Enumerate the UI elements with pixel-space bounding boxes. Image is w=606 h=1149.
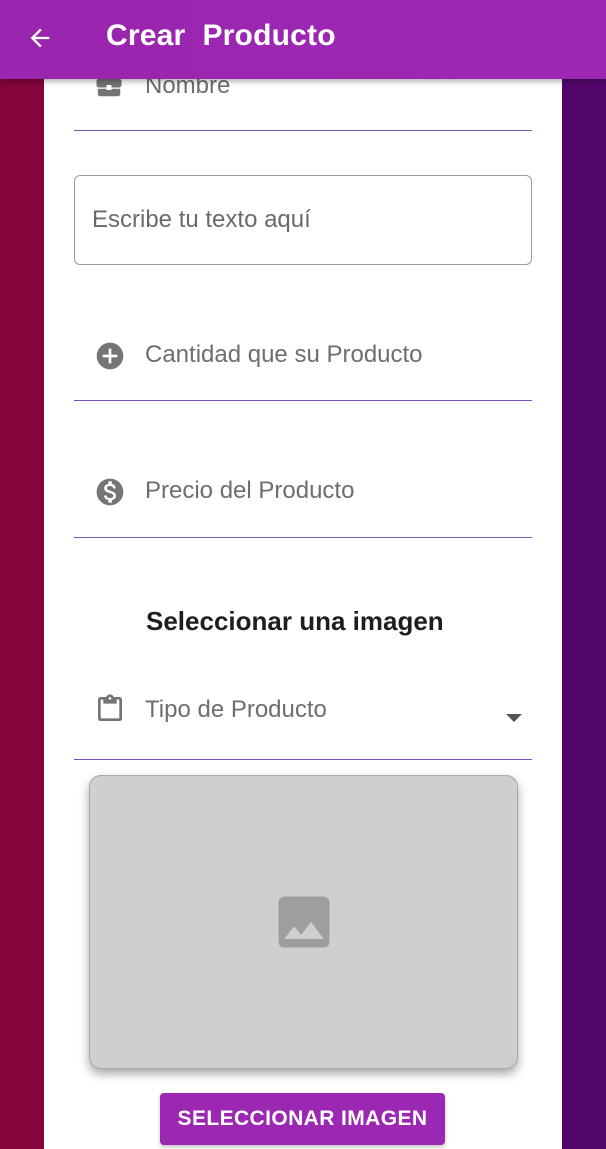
app-bar: Crear Producto bbox=[0, 0, 606, 79]
arrow-left-icon bbox=[26, 24, 54, 57]
quantity-field-label: Cantidad que su Producto bbox=[145, 341, 423, 368]
dropdown-arrow-icon[interactable] bbox=[506, 714, 522, 722]
quantity-field[interactable]: Cantidad que su Producto bbox=[74, 310, 532, 401]
product-type-dropdown[interactable]: Tipo de Producto bbox=[74, 680, 532, 760]
dollar-circle-icon bbox=[94, 476, 126, 508]
description-textarea[interactable]: Escribe tu texto aquí bbox=[74, 175, 532, 265]
right-background-stripe bbox=[562, 0, 606, 1149]
image-icon bbox=[270, 888, 338, 961]
description-placeholder: Escribe tu texto aquí bbox=[92, 206, 311, 233]
image-section-title: Seleccionar una imagen bbox=[146, 606, 444, 636]
clipboard-icon bbox=[94, 692, 126, 726]
image-preview[interactable] bbox=[89, 775, 518, 1069]
left-background-stripe bbox=[0, 0, 44, 1149]
price-field-label: Precio del Producto bbox=[145, 477, 355, 504]
select-image-button[interactable]: SELECCIONAR IMAGEN bbox=[160, 1093, 445, 1145]
product-type-label: Tipo de Producto bbox=[145, 696, 327, 723]
price-field[interactable]: Precio del Producto bbox=[74, 447, 532, 538]
back-button[interactable] bbox=[18, 18, 62, 62]
add-circle-icon bbox=[94, 340, 126, 372]
page-title: Crear Producto bbox=[106, 19, 336, 52]
